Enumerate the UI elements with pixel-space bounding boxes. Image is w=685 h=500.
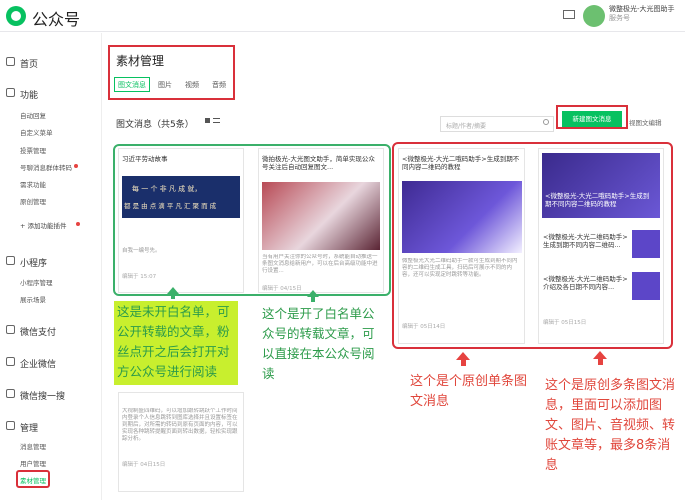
card-cover bbox=[402, 181, 522, 253]
card-footer: 编辑于 04/15日 bbox=[262, 286, 302, 292]
sidebar-item-display[interactable]: 展示场景 bbox=[20, 294, 46, 304]
sidebar-header-manage: 管理 bbox=[20, 424, 39, 434]
guide-link[interactable]: 视图文编辑 bbox=[629, 117, 662, 127]
tab-audio[interactable]: 音频 bbox=[212, 80, 226, 90]
add-plugin-button[interactable]: + 添加功能插件 bbox=[20, 220, 67, 230]
sidebar-item-wework[interactable]: 企业微信 bbox=[20, 357, 56, 370]
arrow-stem bbox=[171, 294, 175, 299]
cover-text-2: 都 是 由 点 滴 平 凡 汇 聚 而 成 bbox=[124, 202, 217, 210]
manage-icon bbox=[6, 421, 15, 430]
sub-article-thumb bbox=[632, 272, 660, 300]
avatar[interactable] bbox=[583, 5, 605, 27]
sidebar-item-auto-reply[interactable]: 自动回复 bbox=[20, 110, 46, 120]
grid-view-icon[interactable] bbox=[205, 118, 210, 123]
new-article-button[interactable]: 新建图文消息 bbox=[562, 111, 622, 127]
cover-text-1: 每 一 个 非 凡 成 就， bbox=[132, 185, 202, 193]
arrow-up-icon bbox=[593, 351, 607, 359]
wework-icon bbox=[6, 357, 15, 366]
sidebar-item-search[interactable]: 微信搜一搜 bbox=[20, 389, 65, 402]
sidebar-item-mini-manage[interactable]: 小程序管理 bbox=[20, 277, 53, 287]
page-title: 素材管理 bbox=[116, 54, 165, 68]
annotation-text: 这个是开了白名单公众号的转载文章，可以直接在本公众号阅读 bbox=[262, 306, 375, 381]
annotation-text: 这个是个原创单条图文消息 bbox=[410, 374, 528, 409]
sidebar-header-mini: 小程序 bbox=[20, 259, 48, 269]
tab-images[interactable]: 图片 bbox=[158, 80, 172, 90]
sidebar-item-custom-menu[interactable]: 自定义菜单 bbox=[20, 127, 53, 137]
sidebar-item-users[interactable]: 用户管理 bbox=[20, 458, 46, 468]
mini-program-icon bbox=[6, 256, 15, 265]
annotation-text: 这是未开白名单，可公开转载的文章，粉丝点开之后会打开对方公众号进行阅读 bbox=[117, 304, 230, 379]
app-title: 公众号 bbox=[32, 10, 81, 29]
sub-article-thumb bbox=[632, 230, 660, 258]
card-cover bbox=[262, 182, 380, 250]
sidebar-item-transfer[interactable]: 号聊消息群体转码 bbox=[20, 162, 72, 172]
cover-title: <微整极光-大光二哦码助手>生成到期不同内容二维码的教程 bbox=[545, 192, 650, 208]
sidebar-header-function: 功能 bbox=[20, 91, 39, 101]
annotation-text: 这个是原创多条图文消息，里面可以添加图文、图片、音视频、转账文章等，最多8条消息 bbox=[545, 378, 676, 473]
arrow-up-icon bbox=[167, 287, 179, 294]
sidebar-item-vote[interactable]: 投票管理 bbox=[20, 145, 46, 155]
card-footer: 编辑于 05日15日 bbox=[543, 320, 587, 326]
card-footer: 编辑于 05日14日 bbox=[402, 324, 446, 330]
card-title: <微整极光-大光二哦码助手>生成到期不同内容二维码的教程 bbox=[402, 155, 520, 171]
search-icon bbox=[6, 389, 15, 398]
sub-article-title[interactable]: <微整极光-大光二维码助手>生成到期不同内容二维码... bbox=[543, 233, 629, 249]
account-info[interactable]: 微整极光-大光图助手 服务号 bbox=[609, 5, 675, 23]
new-badge bbox=[74, 164, 78, 168]
home-icon bbox=[6, 57, 15, 66]
card-body: 微整极光大光二维码助手一款可生成到期不同内容的二维码生成工具，扫码后可展示不同的… bbox=[402, 258, 518, 278]
card-footer: 编辑于 04日15日 bbox=[122, 462, 166, 468]
section-title: 图文消息（共5条） bbox=[116, 120, 194, 130]
arrow-up-icon bbox=[456, 352, 470, 360]
search-icon[interactable] bbox=[543, 119, 549, 125]
card-title: 微拍极光-大光图文助手，简单实现公众号关注后自动回复图文... bbox=[262, 155, 375, 171]
sub-article-title[interactable]: <微整极光-大光二维码助手>介绍及各日期不同内容... bbox=[543, 275, 629, 291]
arrow-up-icon bbox=[307, 290, 319, 297]
sidebar-item-messages[interactable]: 消息管理 bbox=[20, 441, 46, 451]
tab-articles[interactable]: 图文消息 bbox=[118, 80, 146, 90]
function-icon bbox=[6, 88, 15, 97]
sidebar-item-original[interactable]: 原创管理 bbox=[20, 196, 46, 206]
card-summary: 自我一编号先。 bbox=[122, 248, 161, 254]
card-title: 习近平劳动故事 bbox=[122, 155, 168, 163]
account-name: 微整极光-大光图助手 bbox=[609, 5, 675, 13]
sidebar-item-pay[interactable]: 微信支付 bbox=[20, 325, 56, 338]
arrow-stem bbox=[461, 360, 466, 366]
arrow-stem bbox=[311, 297, 315, 302]
pay-icon bbox=[6, 325, 15, 334]
mail-icon[interactable] bbox=[563, 10, 575, 19]
list-view-icon[interactable] bbox=[213, 118, 220, 123]
card-cover bbox=[542, 153, 660, 218]
arrow-stem bbox=[598, 359, 603, 365]
new-badge bbox=[76, 222, 80, 226]
sidebar-item-materials[interactable]: 素材管理 bbox=[20, 475, 46, 485]
card-body: 大视制盛四维码，可以增加跟转跳跃个工作时间内登录个人信息跳转到图库选择并且设置标… bbox=[122, 408, 238, 442]
card-footer: 编辑于 15:07 bbox=[122, 274, 157, 280]
card-cover bbox=[122, 176, 240, 218]
sidebar-item-home[interactable]: 首页 bbox=[20, 57, 38, 70]
wechat-logo-icon[interactable] bbox=[6, 6, 26, 26]
account-type: 服务号 bbox=[609, 14, 630, 22]
sidebar-item-needs[interactable]: 需求功能 bbox=[20, 179, 46, 189]
sidebar bbox=[0, 33, 102, 500]
tab-videos[interactable]: 视频 bbox=[185, 80, 199, 90]
search-input[interactable]: 标题/作者/摘要 bbox=[440, 116, 554, 132]
